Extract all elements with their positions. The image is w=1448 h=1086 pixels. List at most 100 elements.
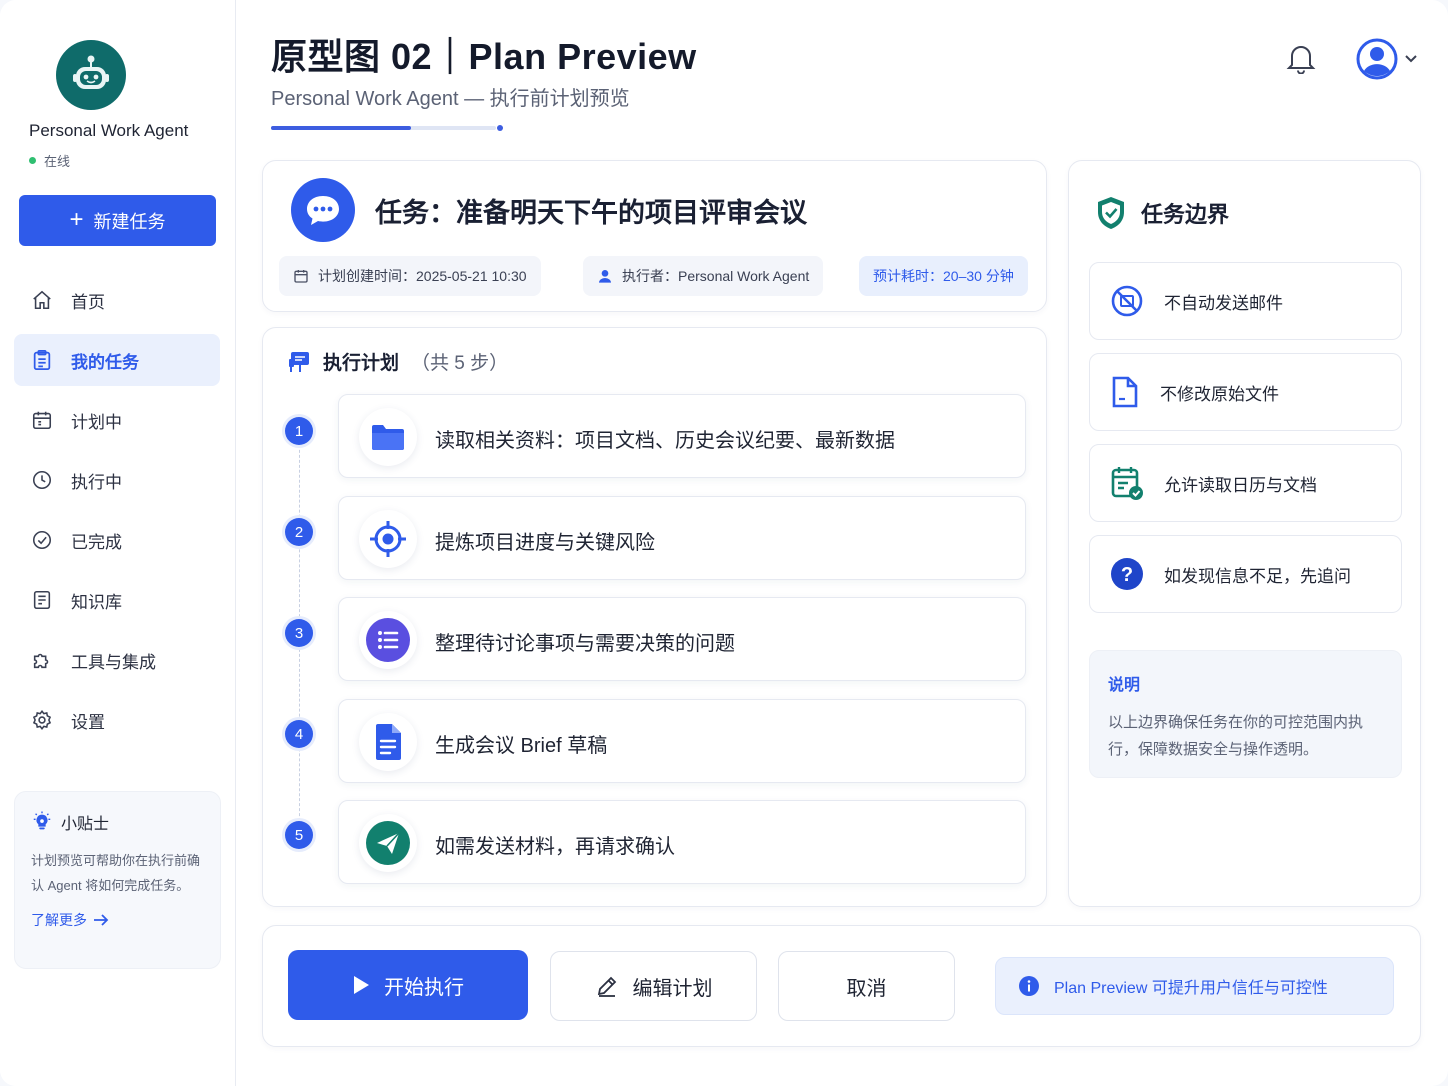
- step-number: 5: [285, 821, 313, 849]
- step-icon-wrap: [359, 611, 417, 669]
- header-progress-dot: [497, 125, 503, 131]
- status-dot: [29, 157, 36, 164]
- send-icon: [366, 821, 410, 865]
- plan-step-1[interactable]: 读取相关资料：项目文档、历史会议纪要、最新数据: [338, 394, 1026, 478]
- task-icon: [291, 178, 355, 242]
- edit-plan-button[interactable]: 编辑计划: [550, 951, 757, 1021]
- tip-body: 计划预览可帮助你在执行前确认 Agent 将如何完成任务。: [31, 853, 201, 893]
- page-subtitle: Personal Work Agent — 执行前计划预览: [271, 88, 630, 110]
- robot-icon: [73, 55, 109, 89]
- plan-step-count: （共 5 步）: [411, 353, 509, 374]
- notification-button[interactable]: [1286, 42, 1316, 79]
- edit-label: 编辑计划: [632, 977, 713, 1000]
- sidebar-item-label: 计划中: [71, 412, 122, 432]
- note-title: 说明: [1108, 677, 1141, 694]
- plan-step-2[interactable]: 提炼项目进度与关键风险: [338, 496, 1026, 580]
- sidebar-item-running[interactable]: 执行中: [14, 454, 220, 506]
- sidebar-item-completed[interactable]: 已完成: [14, 514, 220, 566]
- info-banner: Plan Preview 可提升用户信任与可控性: [995, 957, 1394, 1015]
- step-text: 提炼项目进度与关键风险: [435, 532, 655, 554]
- step-text: 生成会议 Brief 草稿: [435, 735, 608, 757]
- page-title: 原型图 02｜Plan Preview: [271, 36, 697, 77]
- boundary-no-email: 不自动发送邮件: [1089, 262, 1402, 340]
- boundary-no-modify: 不修改原始文件: [1089, 353, 1402, 431]
- calendar-check-icon: [1111, 467, 1143, 500]
- sidebar: Personal Work Agent 在线 + 新建任务 首页 我的任务 计划…: [0, 0, 236, 1086]
- plan-heading: 执行计划: [323, 353, 400, 374]
- executor-chip: 执行者：Personal Work Agent: [583, 256, 824, 296]
- lightbulb-icon: [33, 811, 51, 830]
- step-text: 整理待讨论事项与需要决策的问题: [435, 633, 735, 655]
- puzzle-icon: [33, 653, 49, 669]
- step-number: 1: [285, 417, 313, 445]
- tip-card: 小贴士 计划预览可帮助你在执行前确认 Agent 将如何完成任务。 了解更多: [14, 791, 221, 969]
- cancel-label: 取消: [846, 977, 887, 1000]
- brand-name: Personal Work Agent: [29, 121, 189, 140]
- step-icon-wrap: [359, 408, 417, 466]
- boundaries-note: 说明 以上边界确保任务在你的可控范围内执行，保障数据安全与操作透明。: [1089, 650, 1402, 778]
- step-icon-wrap: [359, 713, 417, 771]
- user-menu[interactable]: [1356, 38, 1418, 80]
- sidebar-item-label: 执行中: [71, 472, 122, 492]
- action-bar: 开始执行 编辑计划 取消 Plan Preview 可提升用户信任与可控性: [262, 925, 1421, 1047]
- cancel-button[interactable]: 取消: [778, 951, 955, 1021]
- step-icon-wrap: [359, 814, 417, 872]
- app-window: Personal Work Agent 在线 + 新建任务 首页 我的任务 计划…: [0, 0, 1448, 1086]
- online-status: 在线: [29, 151, 70, 170]
- estimate-chip: 预计耗时：20–30 分钟: [859, 256, 1028, 296]
- avatar-icon: [1356, 38, 1398, 80]
- question-icon: ?: [1111, 558, 1143, 590]
- chat-bubble-icon: [307, 196, 339, 225]
- user-icon: [599, 270, 611, 283]
- estimate: 预计耗时：20–30 分钟: [873, 268, 1014, 284]
- agent-logo: [56, 40, 126, 110]
- boundary-ask-first: ? 如发现信息不足，先追问: [1089, 535, 1402, 613]
- start-label: 开始执行: [384, 976, 464, 999]
- sidebar-item-settings[interactable]: 设置: [14, 694, 220, 746]
- sidebar-item-planned[interactable]: 计划中: [14, 394, 220, 446]
- boundary-read-calendar: 允许读取日历与文档: [1089, 444, 1402, 522]
- plan-header: 执行计划 （共 5 步）: [287, 348, 508, 375]
- new-task-button[interactable]: + 新建任务: [19, 195, 216, 246]
- list-icon: [366, 618, 410, 662]
- arrow-right-icon: [94, 914, 109, 926]
- tip-title: 小贴士: [61, 816, 110, 833]
- sidebar-item-my-tasks[interactable]: 我的任务: [14, 334, 220, 386]
- boundary-text: 不自动发送邮件: [1164, 293, 1283, 313]
- presentation-icon: [289, 351, 309, 372]
- plan-step-3[interactable]: 整理待讨论事项与需要决策的问题: [338, 597, 1026, 681]
- sidebar-item-label: 首页: [71, 292, 105, 312]
- boundary-text: 允许读取日历与文档: [1164, 475, 1317, 495]
- sidebar-item-label: 知识库: [71, 592, 122, 612]
- tip-header: 小贴士: [31, 810, 204, 834]
- clipboard-icon: [33, 349, 51, 371]
- sidebar-item-tools[interactable]: 工具与集成: [14, 634, 220, 686]
- learn-more-link[interactable]: 了解更多: [31, 910, 204, 930]
- sidebar-item-label: 工具与集成: [71, 652, 156, 672]
- executor: 执行者：Personal Work Agent: [622, 268, 810, 284]
- start-button[interactable]: 开始执行: [288, 950, 528, 1020]
- created-time-chip: 计划创建时间：2025-05-21 10:30: [279, 256, 541, 296]
- created-time: 计划创建时间：2025-05-21 10:30: [318, 268, 527, 284]
- note-body: 以上边界确保任务在你的可控范围内执行，保障数据安全与操作透明。: [1108, 714, 1364, 758]
- check-circle-icon: [32, 530, 52, 550]
- step-number: 2: [285, 518, 313, 546]
- shield-icon: [1098, 197, 1124, 229]
- sidebar-item-home[interactable]: 首页: [14, 274, 220, 326]
- step-text: 如需发送材料，再请求确认: [435, 836, 675, 858]
- step-icon-wrap: [359, 510, 417, 568]
- sidebar-item-label: 我的任务: [71, 352, 139, 372]
- bell-icon: [1286, 46, 1316, 75]
- plus-icon: +: [69, 205, 84, 233]
- step-number: 3: [285, 619, 313, 647]
- home-icon: [33, 290, 51, 310]
- target-icon: [370, 521, 406, 557]
- sidebar-nav: 首页 我的任务 计划中 执行中 已完成 知识库 工具与集成 设置: [14, 274, 220, 754]
- status-label: 在线: [44, 154, 71, 169]
- no-mail-icon: [1111, 285, 1143, 317]
- step-text: 读取相关资料：项目文档、历史会议纪要、最新数据: [435, 430, 895, 452]
- plan-step-4[interactable]: 生成会议 Brief 草稿: [338, 699, 1026, 783]
- sidebar-item-knowledge[interactable]: 知识库: [14, 574, 220, 626]
- plan-step-5[interactable]: 如需发送材料，再请求确认: [338, 800, 1026, 884]
- pencil-icon: [597, 976, 616, 997]
